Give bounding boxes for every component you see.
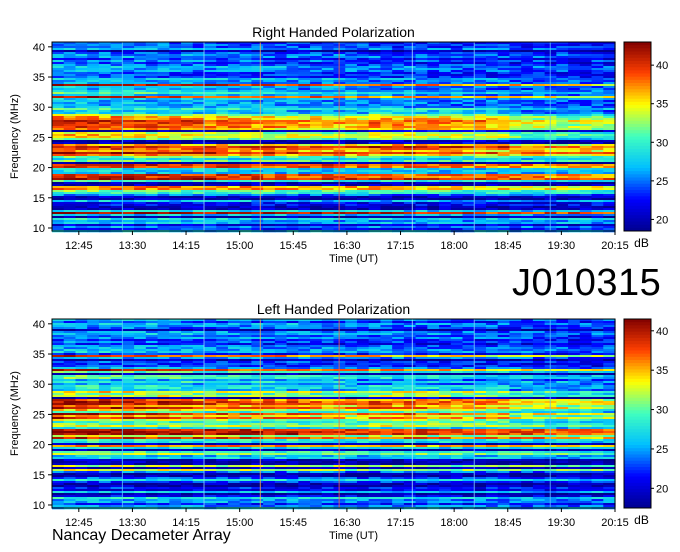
spectrum-heatmap (52, 42, 616, 233)
y-tick-label: 30 (33, 102, 45, 114)
colorbar: 20 25 30 35 40 dB (623, 41, 668, 250)
y-tick-label: 30 (33, 379, 45, 391)
x-tick-label: 15:45 (280, 517, 308, 529)
colorbar-tick-label: 25 (656, 176, 668, 188)
colorbar-tick-label: 25 (656, 444, 668, 456)
y-tick-label: 25 (33, 409, 45, 421)
colorbar-unit-label: dB (634, 236, 649, 250)
x-tick-label: 19:30 (548, 240, 576, 252)
colorbar-tick-label: 20 (656, 214, 668, 226)
x-tick-label: 18:45 (494, 517, 522, 529)
x-tick-label: 18:00 (440, 240, 468, 252)
x-tick-label: 16:30 (333, 240, 361, 252)
x-tick-label: 15:45 (280, 240, 308, 252)
y-tick-label: 35 (33, 72, 45, 84)
x-tick-label: 20:15 (601, 240, 629, 252)
colorbar-tick-label: 30 (656, 405, 668, 417)
colorbar: 20 25 30 35 40 dB (623, 318, 668, 527)
colorbar-tick-label: 35 (656, 365, 668, 377)
y-axis-label: Frequency (MHz) (9, 94, 21, 179)
panel-title: Right Handed Polarization (252, 24, 415, 40)
y-tick-label: 15 (33, 193, 45, 205)
y-tick-label: 15 (33, 470, 45, 482)
y-tick-label: 25 (33, 132, 45, 144)
colorbar-unit-label: dB (634, 513, 649, 527)
x-tick-label: 15:00 (226, 240, 254, 252)
y-tick-label: 10 (33, 223, 45, 235)
x-tick-label: 20:15 (601, 517, 629, 529)
x-axis-label: Time (UT) (329, 530, 378, 542)
spectrum-heatmap (52, 319, 616, 510)
colorbar-tick-label: 30 (656, 137, 668, 149)
colorbar-tick-label: 20 (656, 483, 668, 495)
instrument-credit: Nancay Decameter Array (52, 527, 231, 544)
colorbar-tick-label: 40 (656, 326, 668, 338)
observation-id: J010315 (512, 262, 662, 304)
y-tick-label: 10 (33, 500, 45, 512)
x-tick-label: 14:15 (172, 240, 200, 252)
x-tick-label: 18:00 (440, 517, 468, 529)
right-polarization-panel: Right Handed Polarization 10 15 20 25 30 35 40 1… (9, 24, 668, 265)
x-tick-label: 12:45 (65, 240, 93, 252)
x-tick-label: 13:30 (119, 240, 147, 252)
y-tick-label: 40 (33, 42, 45, 54)
y-tick-label: 40 (33, 319, 45, 331)
y-axis-label: Frequency (MHz) (9, 371, 21, 456)
colorbar-tick-label: 40 (656, 60, 668, 72)
x-tick-label: 17:15 (387, 517, 415, 529)
panel-title: Left Handed Polarization (257, 301, 410, 317)
left-polarization-panel: Left Handed Polarization1015202530354012… (9, 301, 668, 542)
y-tick-label: 20 (33, 440, 45, 452)
x-tick-label: 16:30 (333, 517, 361, 529)
y-tick-label: 35 (33, 349, 45, 361)
colorbar-tick-label: 35 (656, 99, 668, 111)
x-tick-label: 18:45 (494, 240, 522, 252)
x-axis-label: Time (UT) (329, 253, 378, 265)
x-tick-label: 19:30 (548, 517, 576, 529)
y-tick-label: 20 (33, 163, 45, 175)
x-tick-label: 17:15 (387, 240, 415, 252)
